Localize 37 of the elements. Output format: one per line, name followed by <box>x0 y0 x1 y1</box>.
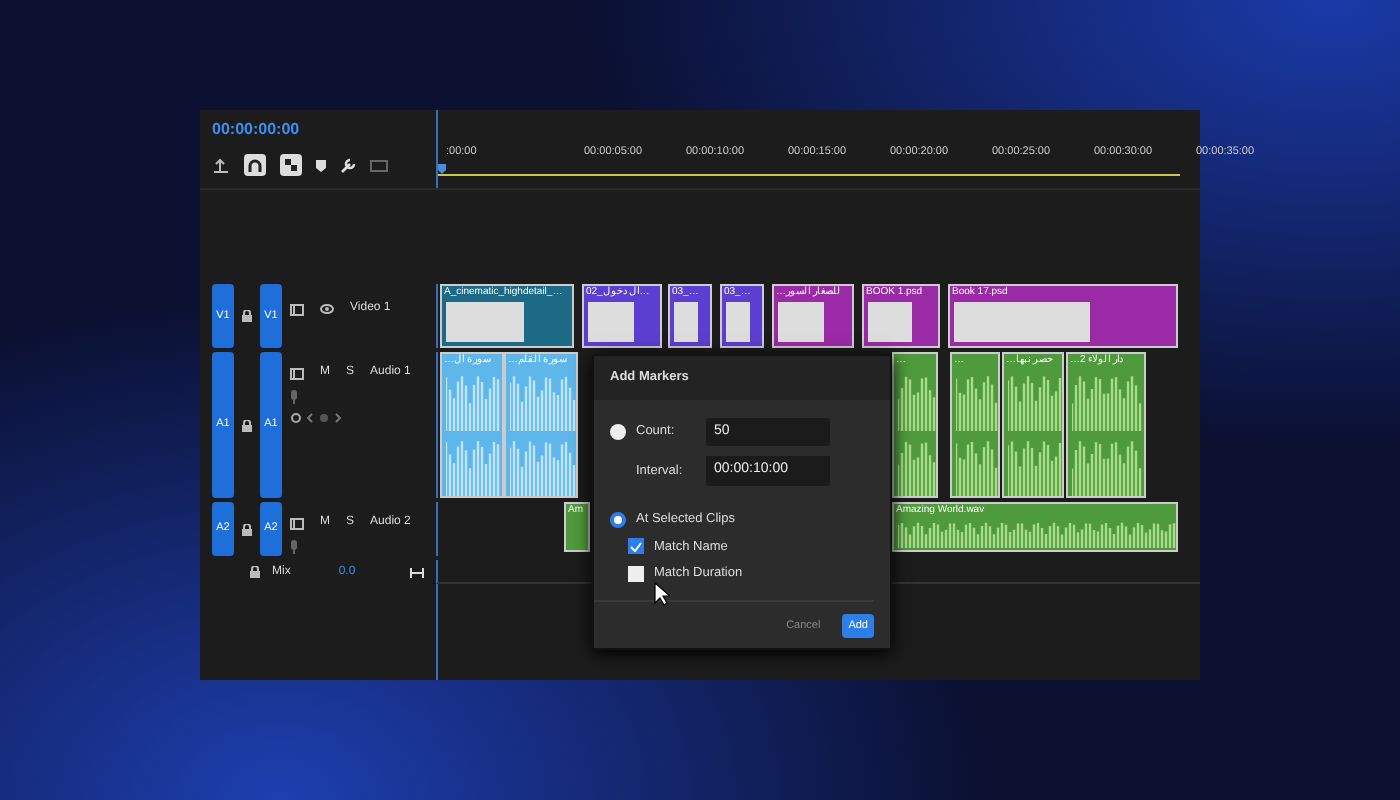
playhead-icon[interactable] <box>438 164 446 174</box>
eye-icon[interactable] <box>320 304 334 314</box>
radio-button[interactable] <box>610 511 626 528</box>
microphone-icon[interactable] <box>290 540 298 554</box>
lock-icon[interactable] <box>242 523 252 535</box>
thumbnail-placeholder <box>778 302 825 342</box>
thumbnail-placeholder <box>446 302 524 342</box>
thumbnail-placeholder <box>868 302 913 342</box>
linked-selection-button[interactable] <box>280 154 302 176</box>
lock-icon[interactable] <box>250 566 260 578</box>
checkbox[interactable] <box>628 538 644 555</box>
microphone-icon[interactable] <box>290 390 298 404</box>
thumbnail-placeholder <box>588 302 634 342</box>
thumbnail-placeholder <box>726 302 750 342</box>
film-icon[interactable] <box>290 367 304 379</box>
fit-icon[interactable] <box>410 567 424 577</box>
waveform-drawing <box>956 370 998 496</box>
checkbox[interactable] <box>628 566 644 583</box>
link-icon <box>284 158 298 172</box>
lock-icon[interactable] <box>242 310 252 322</box>
timecode: 00:00:00:00 <box>212 118 302 142</box>
snap-button[interactable] <box>244 154 266 176</box>
radio-button[interactable] <box>610 424 626 440</box>
mouse-pointer-icon <box>654 582 670 606</box>
film-icon[interactable] <box>290 303 304 315</box>
thumbnail-placeholder <box>954 302 1090 342</box>
film-icon[interactable] <box>290 517 304 529</box>
waveform-drawing <box>1008 370 1062 496</box>
lock-icon[interactable] <box>242 419 252 431</box>
waveform-drawing <box>1072 370 1144 496</box>
thumbnail-placeholder <box>674 302 698 342</box>
waveform-drawing <box>446 370 502 496</box>
waveform-drawing <box>510 370 576 496</box>
marker-icon[interactable] <box>316 159 326 171</box>
magnet-icon <box>248 158 262 172</box>
checkmark-icon <box>630 541 642 552</box>
wrench-icon[interactable] <box>340 157 356 173</box>
